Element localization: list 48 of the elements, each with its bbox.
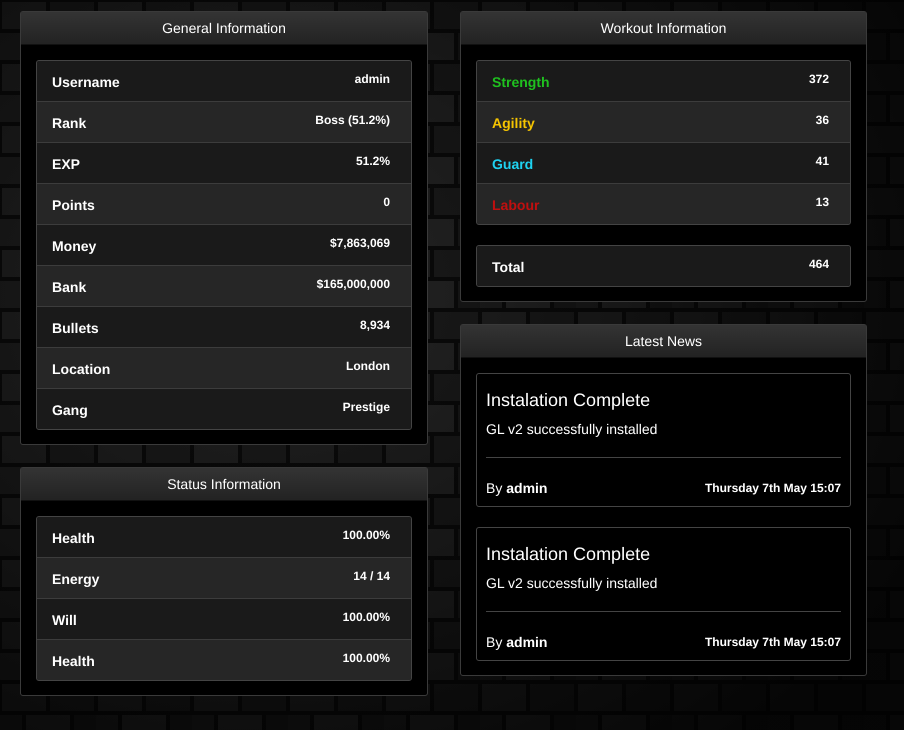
panel-title: Latest News [461,325,866,358]
stat-value: 36 [816,113,829,127]
stat-label: Energy [52,571,100,587]
stat-value: 8,934 [360,318,390,332]
stat-label: Guard [492,156,534,172]
news-author: By admin [486,634,548,650]
panel-title: Status Information [21,468,427,501]
stat-label: EXP [52,156,80,172]
news-author: By admin [486,480,548,496]
stat-value: 13 [816,195,829,209]
stat-value: 100.00% [342,610,390,624]
stat-value: London [346,359,390,373]
news-date: Thursday 7th May 15:07 [704,481,841,495]
total-label: Total [492,259,524,275]
stat-value: 372 [808,72,829,86]
stat-label: Will [52,612,77,628]
stat-label: Points [52,197,95,213]
panel-title: Workout Information [461,12,866,45]
stat-label: Rank [52,115,86,131]
news-date: Thursday 7th May 15:07 [704,635,841,649]
stat-value: $7,863,069 [330,236,390,250]
panel-title: General Information [21,12,427,45]
stat-value: 14 / 14 [353,569,390,583]
stat-label: Location [52,361,110,377]
stat-value: Prestige [342,400,390,414]
stat-label: Money [52,238,96,254]
stat-value: 0 [383,195,390,209]
stat-value: 51.2% [356,154,390,168]
stat-label: Bullets [52,320,99,336]
news-headline: Instalation Complete [486,390,652,411]
stat-label: Strength [492,74,550,90]
total-value: 464 [808,257,829,271]
stat-label: Username [52,74,120,90]
news-headline: Instalation Complete [486,544,652,565]
stat-value: 41 [816,154,829,168]
stat-value: admin [354,72,390,86]
stat-label: Health [52,653,95,669]
stat-value: $165,000,000 [316,277,390,291]
stat-label: Bank [52,279,86,295]
stat-label: Agility [492,115,535,131]
stat-value: 100.00% [342,528,390,542]
stat-label: Gang [52,402,88,418]
news-text: GL v2 successfully installed [486,421,658,437]
stat-value: 100.00% [342,651,390,665]
news-text: GL v2 successfully installed [486,575,658,591]
stat-label: Health [52,530,95,546]
stat-value: Boss (51.2%) [315,113,390,127]
stat-label: Labour [492,197,540,213]
